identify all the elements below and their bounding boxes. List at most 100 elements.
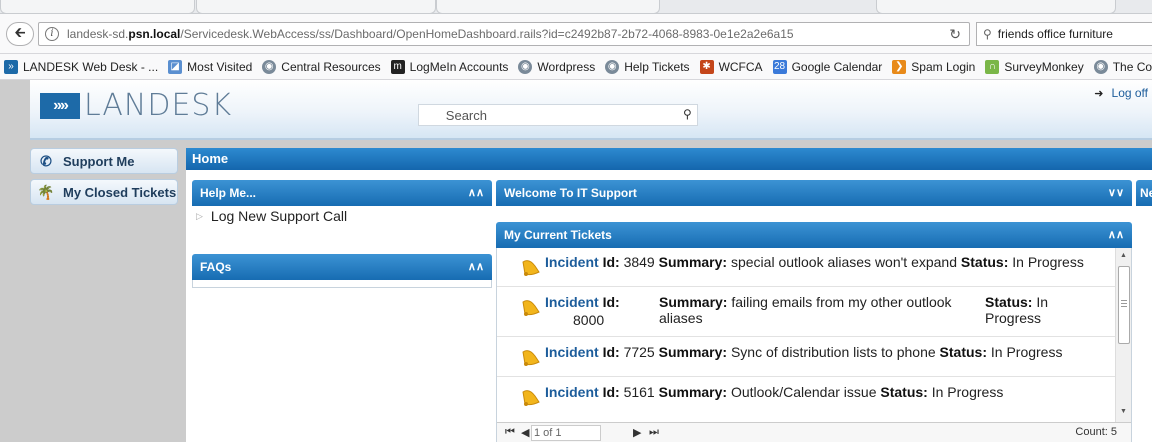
first-page-icon[interactable]: ⏮ — [505, 426, 515, 439]
bookmark-label: LANDESK Web Desk - ... — [23, 59, 159, 74]
search-icon: ⚲ — [983, 27, 992, 41]
bookmark-label: Central Resources — [281, 59, 381, 74]
ticket-id: 5161 — [623, 384, 655, 400]
app-search-input[interactable]: Search ⚲ — [418, 104, 698, 126]
globe-icon: ◉ — [1093, 59, 1108, 74]
browser-tab[interactable] — [0, 0, 195, 14]
bookmark-item[interactable]: » LANDESK Web Desk - ... — [4, 59, 159, 74]
ticket-status: In Progress — [931, 384, 1004, 400]
incident-label[interactable]: Incident — [545, 254, 599, 270]
bell-icon — [519, 298, 543, 321]
bookmark-item[interactable]: ◉ Help Tickets — [605, 59, 690, 74]
incident-label[interactable]: Incident — [545, 384, 599, 400]
id-label: Id: — [602, 384, 620, 400]
palm-tree-icon: 🌴 — [37, 183, 55, 200]
reload-icon[interactable]: ↻ — [949, 26, 961, 43]
bookmark-item[interactable]: ◉ The Co — [1093, 59, 1152, 74]
info-icon[interactable]: i — [45, 27, 59, 41]
landesk-logo[interactable]: »» LANDESK — [40, 88, 232, 123]
ticket-summary: special outlook aliases won't expand — [730, 254, 958, 270]
collapse-chevron-icon[interactable]: ∧∧ — [468, 180, 484, 206]
url-bar[interactable]: i landesk-sd.psn.local/Servicedesk.WebAc… — [38, 22, 970, 46]
bookmark-item[interactable]: ∩ SurveyMonkey — [985, 59, 1084, 74]
logo-text: LANDESK — [84, 88, 233, 123]
summary-label: Summary: — [659, 294, 728, 310]
calendar-icon: 28 — [772, 59, 787, 74]
right-panel-header[interactable]: Ne — [1136, 180, 1152, 206]
ticket-count: Count: 5 — [1075, 426, 1117, 438]
summary-label: Summary: — [658, 384, 728, 400]
ticket-id: 7725 — [623, 344, 655, 360]
ticket-row[interactable]: Incident Id: 7725 Summary: Sync of distr… — [519, 344, 1109, 366]
ticket-summary: Sync of distribution lists to phone — [730, 344, 936, 360]
search-icon[interactable]: ⚲ — [683, 107, 692, 121]
ticket-list-scrollbar[interactable]: ▲ ▼ — [1115, 248, 1131, 422]
collapse-chevron-icon[interactable]: ∧∧ — [468, 254, 484, 280]
page-input[interactable]: 1 of 1 — [531, 425, 601, 441]
id-label: Id: — [602, 254, 620, 270]
ticket-pager: ⏮ ◀ 1 of 1 ▶ ⏭ Count: 5 — [497, 422, 1131, 442]
id-label: Id: — [602, 344, 620, 360]
bookmark-label: WCFCA — [718, 59, 763, 74]
wcfca-icon: ✱ — [699, 59, 714, 74]
ticket-row[interactable]: Incident Id: 3849 Summary: special outlo… — [519, 254, 1109, 276]
bullet-arrow-icon: ▷ — [196, 210, 203, 221]
ticket-row[interactable]: Incident Id: 8000 Summary: failing emails … — [519, 294, 1109, 334]
home-title-bar: Home — [186, 148, 1152, 170]
browser-tab[interactable] — [196, 0, 436, 14]
next-page-icon[interactable]: ▶ — [633, 426, 641, 439]
sidebar-item-label: Support Me — [63, 153, 135, 169]
scroll-down-icon[interactable]: ▼ — [1120, 408, 1127, 415]
bell-icon — [519, 348, 543, 371]
scroll-up-icon[interactable]: ▲ — [1120, 252, 1127, 259]
logoff-link[interactable]: ➜ Log off — [1094, 86, 1148, 100]
welcome-panel-header[interactable]: Welcome To IT Support ∨∨ — [496, 180, 1132, 206]
prev-page-icon[interactable]: ◀ — [521, 426, 529, 439]
folder-icon: ◪ — [168, 59, 183, 74]
ticket-row[interactable]: Incident Id: 5161 Summary: Outlook/Calen… — [519, 384, 1109, 406]
bookmark-label: SurveyMonkey — [1004, 59, 1084, 74]
url-text: landesk-sd.psn.local/Servicedesk.WebAcce… — [67, 27, 794, 41]
bookmark-label: LogMeIn Accounts — [409, 59, 509, 74]
help-panel-header[interactable]: Help Me... ∧∧ — [192, 180, 492, 206]
browser-search-input[interactable]: ⚲ friends office furniture — [976, 22, 1152, 46]
bookmark-item[interactable]: 28 Google Calendar — [772, 59, 882, 74]
bookmark-item[interactable]: ❯ Spam Login — [892, 59, 976, 74]
status-label: Status: — [960, 254, 1009, 270]
bookmark-item[interactable]: ✱ WCFCA — [699, 59, 763, 74]
bookmark-item[interactable]: ◉ Wordpress — [518, 59, 595, 74]
search-placeholder: Search — [445, 108, 487, 123]
back-button[interactable]: 🡰 — [6, 22, 34, 46]
globe-icon: ◉ — [262, 59, 277, 74]
incident-label[interactable]: Incident — [545, 294, 599, 310]
id-label: Id: — [602, 294, 620, 310]
sidebar-item-my-closed-tickets[interactable]: 🌴 My Closed Tickets — [30, 179, 178, 205]
browser-tab[interactable] — [876, 0, 1116, 14]
bookmark-label: Spam Login — [911, 59, 976, 74]
ticket-separator — [497, 286, 1115, 287]
logoff-arrow-icon: ➜ — [1094, 87, 1104, 100]
tickets-panel-header[interactable]: My Current Tickets ∧∧ — [496, 222, 1132, 248]
bookmark-item[interactable]: m LogMeIn Accounts — [390, 59, 509, 74]
incident-label[interactable]: Incident — [545, 344, 599, 360]
last-page-icon[interactable]: ⏭ — [649, 426, 659, 439]
log-new-call-link[interactable]: ▷ Log New Support Call — [196, 208, 347, 224]
browser-tab[interactable] — [436, 0, 660, 14]
tickets-panel-title: My Current Tickets — [504, 228, 612, 242]
faq-panel-body — [192, 280, 492, 288]
browser-nav-bar: 🡰 i landesk-sd.psn.local/Servicedesk.Web… — [0, 14, 1152, 54]
scrollbar-thumb[interactable] — [1118, 266, 1130, 344]
status-label: Status: — [939, 344, 987, 360]
ticket-status: In Progress — [1012, 254, 1084, 270]
faq-panel-header[interactable]: FAQs ∧∧ — [192, 254, 492, 280]
collapse-chevron-icon[interactable]: ∧∧ — [1108, 222, 1124, 248]
ticket-list: Incident Id: 3849 Summary: special outlo… — [497, 248, 1115, 422]
sidebar-item-support-me[interactable]: ✆ Support Me — [30, 148, 178, 174]
ticket-id: 8000 — [573, 312, 605, 328]
bookmark-item[interactable]: ◉ Central Resources — [262, 59, 381, 74]
landesk-icon: » — [4, 59, 18, 74]
summary-label: Summary: — [658, 254, 728, 270]
expand-chevron-icon[interactable]: ∨∨ — [1108, 180, 1124, 206]
bookmark-item[interactable]: ◪ Most Visited — [168, 59, 252, 74]
status-label: Status: — [880, 384, 928, 400]
